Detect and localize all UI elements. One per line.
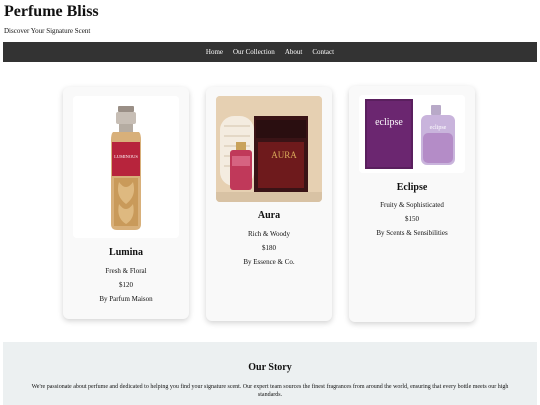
lumina-bottle-label: LUMINOUS (114, 154, 138, 159)
product-name: Lumina (109, 247, 143, 258)
nav-about-link[interactable]: About (285, 48, 303, 56)
product-price: $180 (262, 244, 276, 252)
product-card-eclipse[interactable]: eclipse eclipse Eclipse Fruity & Sophist… (349, 86, 475, 322)
nav-home-link[interactable]: Home (206, 48, 223, 56)
product-brand: By Scents & Sensibilities (376, 229, 448, 237)
product-name: Aura (257, 210, 281, 221)
our-story-section: Our Story We're passionate about perfume… (3, 342, 537, 405)
aura-box-label: AURA (271, 150, 297, 160)
site-tagline: Discover Your Signature Scent (4, 27, 91, 35)
story-text: We're passionate about perfume and dedic… (31, 384, 509, 398)
nav-contact-link[interactable]: Contact (312, 48, 334, 56)
aura-product-image: AURA (216, 96, 322, 202)
product-card-aura[interactable]: AURA Aura Rich & Woody $180 By Essence &… (206, 87, 332, 321)
product-card-lumina[interactable]: LUMINOUS Lumina Fresh & Floral $120 By P… (63, 87, 189, 319)
main-navbar: Home Our Collection About Contact (3, 42, 537, 62)
product-price: $150 (405, 215, 419, 223)
nav-collection-link[interactable]: Our Collection (233, 48, 275, 56)
product-brand: By Parfum Maison (99, 295, 153, 303)
site-title: Perfume Bliss (4, 3, 99, 20)
product-notes: Fresh & Floral (105, 267, 147, 275)
product-name: Eclipse (396, 182, 428, 193)
product-brand: By Essence & Co. (243, 258, 295, 266)
story-title: Our Story (248, 362, 292, 373)
product-notes: Rich & Woody (247, 230, 291, 238)
site-header: Perfume Bliss (4, 2, 99, 22)
product-price: $120 (119, 281, 133, 289)
lumina-product-image: LUMINOUS (73, 96, 179, 238)
eclipse-bottle-label: eclipse (430, 125, 447, 131)
eclipse-box-label: eclipse (375, 117, 403, 128)
eclipse-product-image: eclipse eclipse (359, 95, 465, 173)
product-notes: Fruity & Sophisticated (380, 201, 444, 209)
